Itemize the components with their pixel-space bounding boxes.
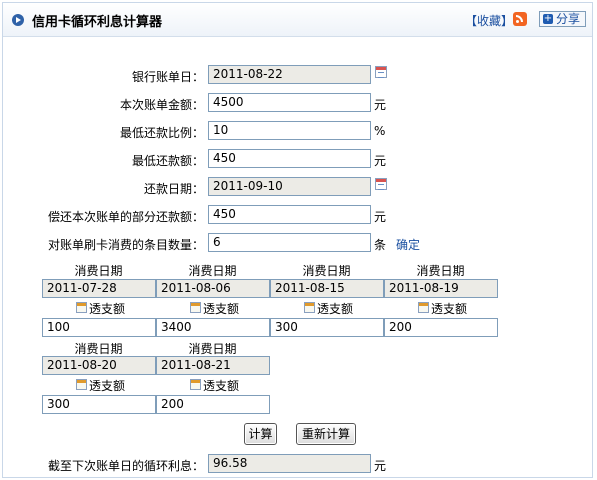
overdraft-label: 透支额 xyxy=(431,302,468,316)
statement-date-label: 银行账单日： xyxy=(131,70,204,84)
overdraft-label: 透支额 xyxy=(203,302,240,316)
confirm-link[interactable]: 确定 xyxy=(396,236,420,253)
arrow-circle-icon xyxy=(12,14,24,26)
payment-date-label: 还款日期： xyxy=(143,182,204,196)
result-unit: 元 xyxy=(374,459,387,473)
rss-icon[interactable] xyxy=(513,12,527,26)
partial-payment-unit: 元 xyxy=(374,210,387,224)
entry-date-input[interactable]: 2011-07-28 xyxy=(42,279,156,298)
date-column-header: 消费日期 xyxy=(74,264,123,278)
overdraft-label: 透支额 xyxy=(89,302,126,316)
calendar-icon[interactable] xyxy=(76,379,87,390)
date-column-header: 消费日期 xyxy=(188,264,237,278)
min-payment-label: 最低还款额： xyxy=(131,154,204,168)
entry-amount-input[interactable]: 300 xyxy=(270,318,384,337)
bill-amount-input[interactable]: 4500 xyxy=(208,93,371,112)
date-column-header: 消费日期 xyxy=(188,342,237,356)
min-ratio-unit: % xyxy=(374,124,386,138)
payment-date-input[interactable]: 2011-09-10 xyxy=(208,177,371,196)
overdraft-label: 透支额 xyxy=(89,379,126,393)
calendar-icon[interactable] xyxy=(190,302,201,313)
result-label: 截至下次账单日的循环利息： xyxy=(47,459,204,473)
recalculate-button[interactable]: 重新计算 xyxy=(296,423,356,445)
entry-amount-input[interactable]: 100 xyxy=(42,318,156,337)
item-count-input[interactable]: 6 xyxy=(208,233,371,252)
share-button[interactable]: + 分享 xyxy=(539,11,586,27)
date-column-header: 消费日期 xyxy=(416,264,465,278)
min-ratio-label: 最低还款比例： xyxy=(119,126,204,140)
entry-amount-input[interactable]: 200 xyxy=(156,395,270,414)
entry-amount-input[interactable]: 200 xyxy=(384,318,498,337)
bill-amount-label: 本次账单金额： xyxy=(119,98,204,112)
calendar-icon[interactable] xyxy=(190,379,201,390)
calculate-button[interactable]: 计算 xyxy=(244,423,277,445)
min-ratio-input[interactable]: 10 xyxy=(208,121,371,140)
partial-payment-input[interactable]: 450 xyxy=(208,205,371,224)
entry-date-input[interactable]: 2011-08-19 xyxy=(384,279,498,298)
bill-amount-unit: 元 xyxy=(374,98,387,112)
statement-date-input[interactable]: 2011-08-22 xyxy=(208,65,371,84)
entry-date-input[interactable]: 2011-08-20 xyxy=(42,356,156,375)
calendar-icon[interactable] xyxy=(76,302,87,313)
overdraft-label: 透支额 xyxy=(317,302,354,316)
share-label: 分享 xyxy=(556,12,581,26)
page-title: 信用卡循环利息计算器 xyxy=(32,15,163,30)
min-payment-input[interactable]: 450 xyxy=(208,149,371,168)
min-payment-unit: 元 xyxy=(374,154,387,168)
calendar-icon[interactable] xyxy=(418,302,429,313)
entry-date-input[interactable]: 2011-08-06 xyxy=(156,279,270,298)
calendar-icon[interactable] xyxy=(375,178,387,190)
entry-amount-input[interactable]: 300 xyxy=(42,395,156,414)
calendar-icon[interactable] xyxy=(304,302,315,313)
item-count-unit: 条 xyxy=(374,238,387,252)
partial-payment-label: 偿还本次账单的部分还款额： xyxy=(47,210,204,224)
date-column-header: 消费日期 xyxy=(302,264,351,278)
favorite-link[interactable]: 【收藏】 xyxy=(465,12,513,29)
plus-icon: + xyxy=(543,13,553,24)
item-count-label: 对账单刷卡消费的条目数量： xyxy=(47,238,204,252)
result-output: 96.58 xyxy=(208,454,371,473)
entry-date-input[interactable]: 2011-08-21 xyxy=(156,356,270,375)
entry-date-input[interactable]: 2011-08-15 xyxy=(270,279,384,298)
panel-header: 信用卡循环利息计算器 【收藏】 + 分享 xyxy=(3,3,592,37)
calendar-icon[interactable] xyxy=(375,66,387,78)
date-column-header: 消费日期 xyxy=(74,342,123,356)
overdraft-label: 透支额 xyxy=(203,379,240,393)
entry-amount-input[interactable]: 3400 xyxy=(156,318,270,337)
